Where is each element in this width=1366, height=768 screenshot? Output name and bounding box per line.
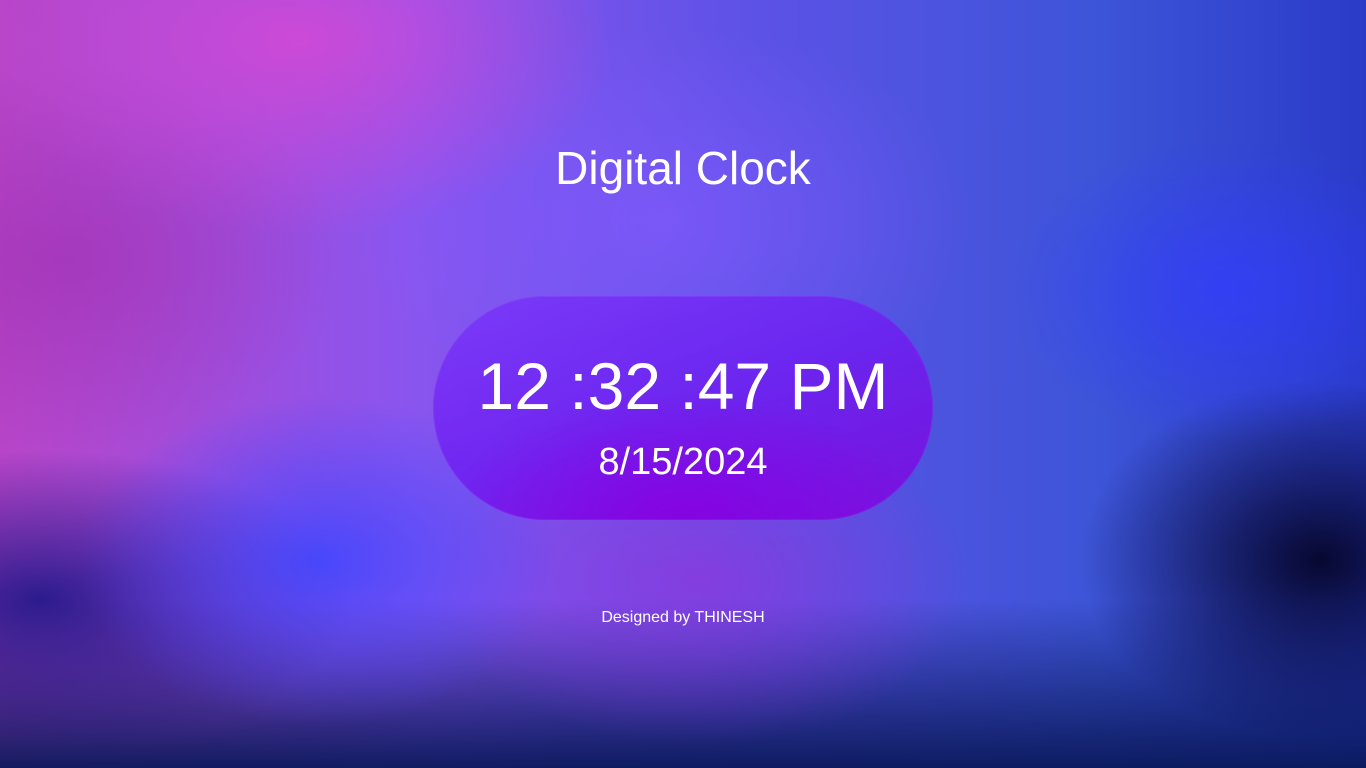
clock-time: 12 :32 :47 PM (477, 349, 889, 423)
page-title: Digital Clock (555, 142, 811, 194)
clock-date: 8/15/2024 (598, 441, 768, 483)
clock-display: 12 :32 :47 PM 8/15/2024 (433, 296, 933, 520)
designer-credit: Designed by THINESH (601, 609, 765, 626)
